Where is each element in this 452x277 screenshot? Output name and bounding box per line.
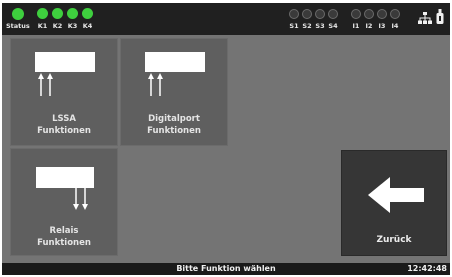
- back-button-label: Zurück: [376, 235, 412, 245]
- network-icon: [418, 12, 432, 24]
- lssa-label-line1: LSSA: [52, 114, 76, 124]
- digitalport-functions-label: Digitalport Funktionen: [121, 113, 227, 137]
- k2-led: [52, 8, 63, 19]
- lssa-functions-tile[interactable]: LSSA Funktionen: [10, 38, 118, 146]
- status-label: Status: [6, 22, 30, 30]
- bottom-bar: Bitte Funktion wählen 12:42:48: [2, 263, 450, 275]
- arrows-up-icon: [35, 52, 95, 96]
- i2-label: I2: [365, 22, 373, 30]
- k1-led: [37, 8, 48, 19]
- i1-label: I1: [352, 22, 360, 30]
- arrows-up-icon: [145, 52, 205, 96]
- k4-led: [82, 8, 93, 19]
- clock: 12:42:48: [407, 264, 447, 273]
- s3-led: [315, 9, 325, 19]
- digitalport-label-line2: Funktionen: [147, 126, 201, 136]
- status-bar: Status K1 K2 K3 K4 S1 S2 S3 S4 I1 I2 I3 …: [2, 3, 450, 35]
- status-led: [12, 8, 24, 20]
- i4-led: [390, 9, 400, 19]
- relais-label-line1: Relais: [49, 226, 79, 236]
- i3-led: [377, 9, 387, 19]
- s2-label: S2: [302, 22, 312, 30]
- s3-label: S3: [315, 22, 325, 30]
- s2-led: [302, 9, 312, 19]
- i1-led: [351, 9, 361, 19]
- k2-label: K2: [52, 22, 63, 30]
- k3-led: [67, 8, 78, 19]
- arrow-left-icon: [368, 177, 424, 213]
- hmi-screen: Status K1 K2 K3 K4 S1 S2 S3 S4 I1 I2 I3 …: [2, 3, 450, 275]
- digitalport-functions-tile[interactable]: Digitalport Funktionen: [120, 38, 228, 146]
- arrows-down-icon: [36, 167, 94, 210]
- k1-label: K1: [37, 22, 48, 30]
- s1-label: S1: [289, 22, 299, 30]
- k3-label: K3: [67, 22, 78, 30]
- back-button[interactable]: Zurück: [341, 150, 447, 256]
- lssa-label-line2: Funktionen: [37, 126, 91, 136]
- i4-label: I4: [391, 22, 399, 30]
- relais-functions-tile[interactable]: Relais Funktionen: [10, 148, 118, 256]
- relais-functions-label: Relais Funktionen: [11, 225, 117, 249]
- s4-led: [328, 9, 338, 19]
- k4-label: K4: [82, 22, 93, 30]
- hint-text: Bitte Funktion wählen: [176, 264, 276, 273]
- digitalport-label-line1: Digitalport: [148, 114, 200, 124]
- s1-led: [289, 9, 299, 19]
- lssa-functions-label: LSSA Funktionen: [11, 113, 117, 137]
- relais-label-line2: Funktionen: [37, 238, 91, 248]
- usb-icon: [436, 9, 444, 24]
- i2-led: [364, 9, 374, 19]
- s4-label: S4: [328, 22, 338, 30]
- i3-label: I3: [378, 22, 386, 30]
